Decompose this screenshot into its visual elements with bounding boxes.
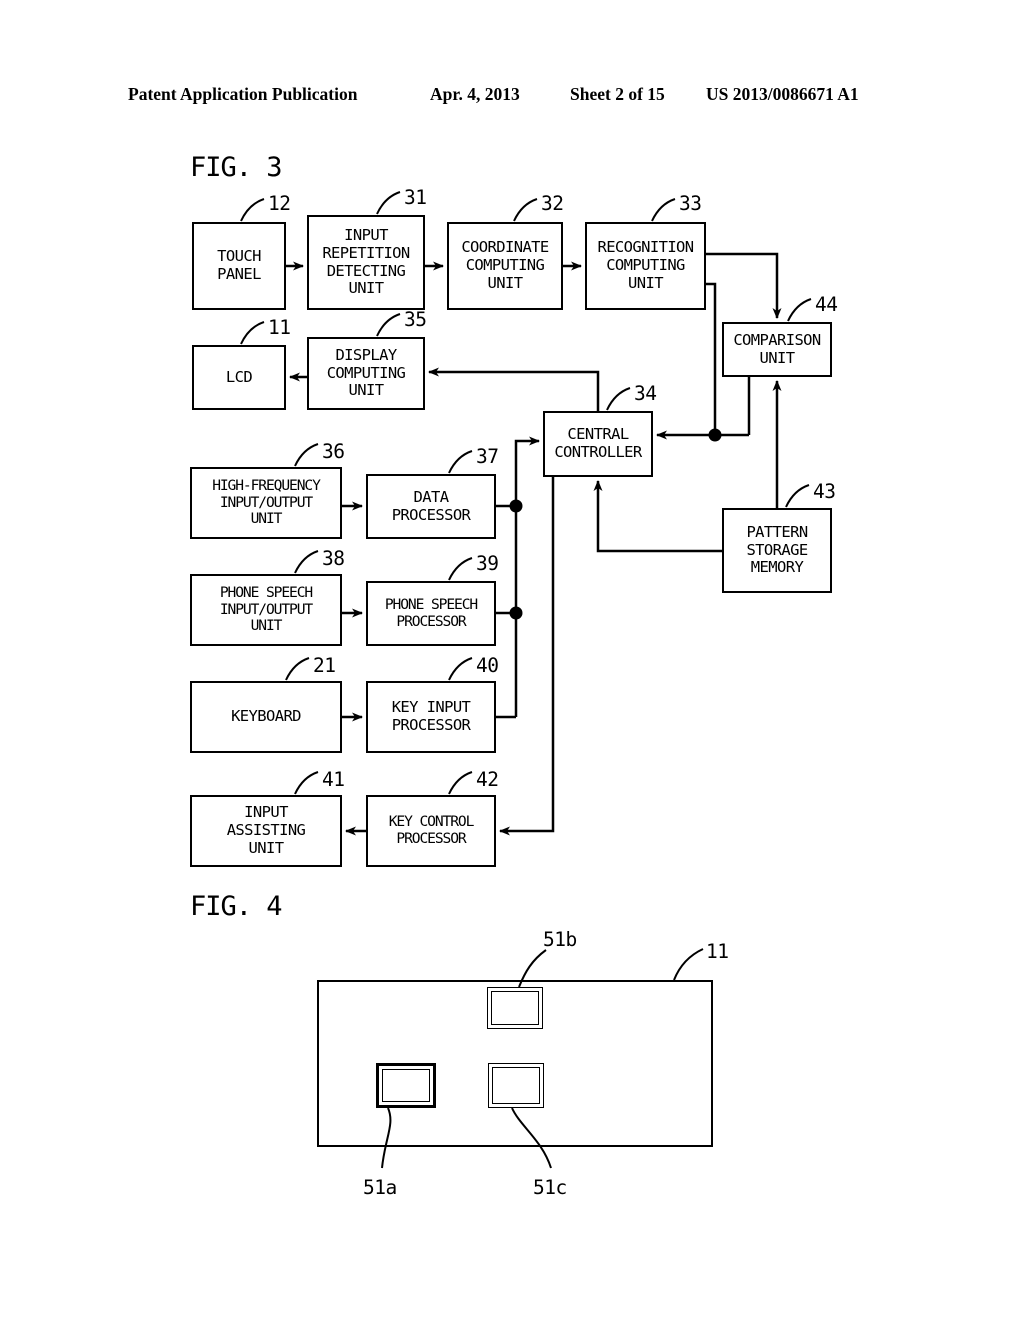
refnum-40: 40 [476,654,499,677]
block-phone-speech-io-unit: PHONE SPEECH INPUT/OUTPUT UNIT [190,574,342,646]
key-region-51b[interactable] [487,987,543,1029]
refnum-36: 36 [322,440,345,463]
figure-4-title: FIG. 4 [190,891,283,922]
header-patent-number: US 2013/0086671 A1 [706,84,859,104]
header-sheet-text: Sheet 2 of 15 [570,84,665,104]
refnum-35: 35 [404,308,427,331]
patent-drawing-page: Patent Application Publication Apr. 4, 2… [0,0,1024,1320]
refnum-21: 21 [313,654,336,677]
block-phone-speech-processor: PHONE SPEECH PROCESSOR [366,581,496,646]
block-input-repetition-detecting-unit: INPUT REPETITION DETECTING UNIT [307,215,425,310]
block-data-processor: DATA PROCESSOR [366,474,496,539]
block-key-input-processor: KEY INPUT PROCESSOR [366,681,496,753]
block-pattern-storage-memory: PATTERN STORAGE MEMORY [722,508,832,593]
block-recognition-computing-unit: RECOGNITION COMPUTING UNIT [585,222,706,310]
refnum-11: 11 [268,316,291,339]
header-date-text: Apr. 4, 2013 [430,84,520,104]
block-display-computing-unit: DISPLAY COMPUTING UNIT [307,337,425,410]
block-high-frequency-io-unit: HIGH-FREQUENCY INPUT/OUTPUT UNIT [190,467,342,539]
refnum-41: 41 [322,768,345,791]
refnum-51a: 51a [363,1176,397,1199]
refnum-39: 39 [476,552,499,575]
key-region-51a[interactable] [376,1063,436,1108]
block-key-control-processor: KEY CONTROL PROCESSOR [366,795,496,867]
refnum-12: 12 [268,192,291,215]
block-coordinate-computing-unit: COORDINATE COMPUTING UNIT [447,222,563,310]
refnum-34: 34 [634,382,657,405]
refnum-32: 32 [541,192,564,215]
refnum-43: 43 [813,480,836,503]
header-publication-text: Patent Application Publication [128,84,358,104]
block-comparison-unit: COMPARISON UNIT [722,322,832,377]
refnum-42: 42 [476,768,499,791]
refnum-44: 44 [815,293,838,316]
refnum-51c: 51c [533,1176,567,1199]
figure-3-title: FIG. 3 [190,152,283,183]
refnum-11-panel: 11 [706,940,729,963]
refnum-37: 37 [476,445,499,468]
key-region-51c[interactable] [488,1063,544,1108]
block-central-controller: CENTRAL CONTROLLER [543,411,653,477]
block-lcd: LCD [192,345,286,410]
refnum-38: 38 [322,547,345,570]
block-input-assisting-unit: INPUT ASSISTING UNIT [190,795,342,867]
refnum-51b: 51b [543,928,577,951]
refnum-33: 33 [679,192,702,215]
block-touch-panel: TOUCH PANEL [192,222,286,310]
refnum-31: 31 [404,186,427,209]
page-header: Patent Application Publication Apr. 4, 2… [0,84,1024,110]
block-keyboard: KEYBOARD [190,681,342,753]
